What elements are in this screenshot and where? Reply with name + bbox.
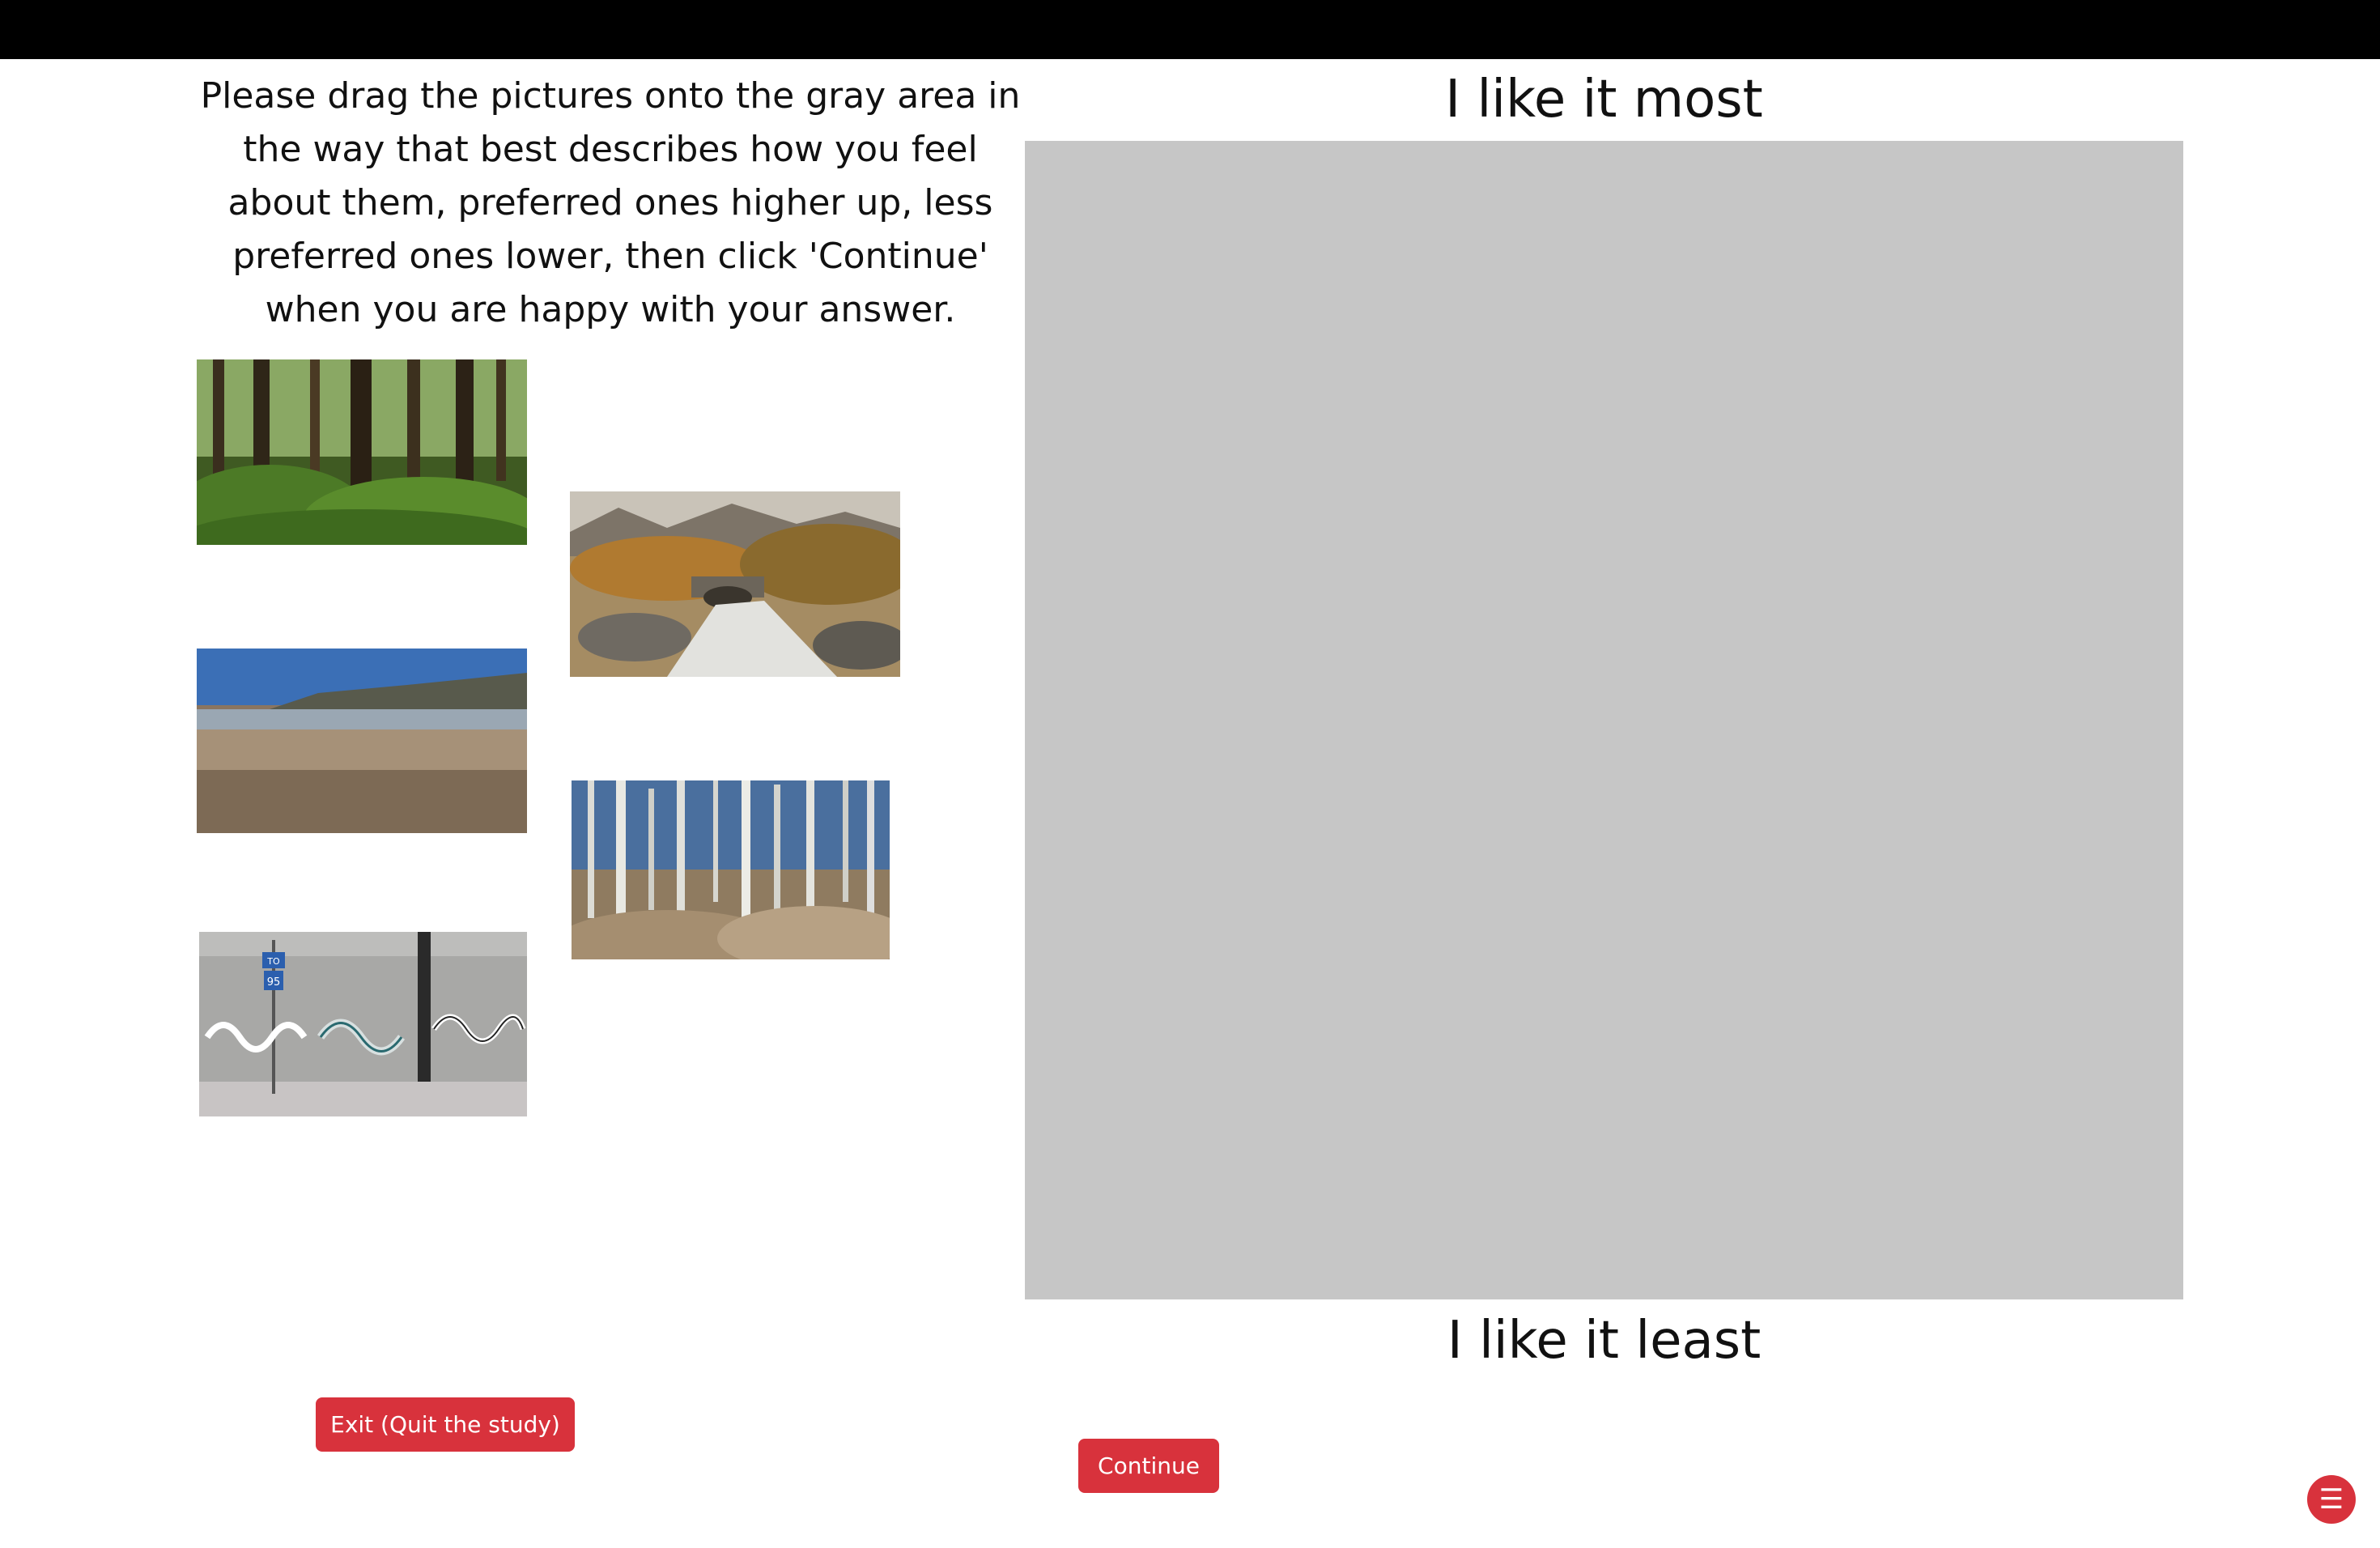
river-image <box>570 491 900 677</box>
exit-button[interactable]: Exit (Quit the study) <box>316 1397 575 1452</box>
menu-icon: ☰ <box>2318 1483 2344 1516</box>
menu-button[interactable]: ☰ <box>2307 1475 2356 1524</box>
picture-beach-cliff[interactable] <box>197 649 527 833</box>
picture-river-bridge[interactable] <box>570 491 900 677</box>
continue-button[interactable]: Continue <box>1078 1439 1219 1493</box>
label-like-least: I like it least <box>1447 1311 1762 1371</box>
sign-route-text: 95 <box>267 976 281 989</box>
sign-to-text: TO <box>266 956 280 967</box>
picture-dead-trees[interactable] <box>572 780 890 959</box>
beach-image <box>197 649 527 833</box>
graffiti-image: TO 95 <box>199 932 527 1116</box>
top-bar <box>0 0 2380 59</box>
forest-image <box>197 359 527 545</box>
label-like-most: I like it most <box>1445 70 1763 130</box>
instructions-text: Please drag the pictures onto the gray a… <box>200 75 1021 330</box>
ranking-drop-area[interactable] <box>1025 141 2183 1299</box>
picture-forest[interactable] <box>197 359 527 545</box>
picture-graffiti-wall[interactable]: TO 95 <box>199 932 527 1116</box>
dead-trees-image <box>572 780 890 959</box>
